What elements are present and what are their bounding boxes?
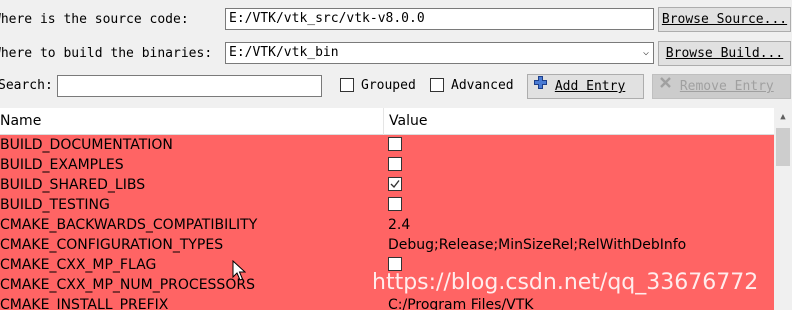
column-divider[interactable] — [383, 108, 384, 135]
entry-name: BUILD_DOCUMENTATION — [0, 137, 173, 153]
entry-name: CMAKE_CONFIGURATION_TYPES — [0, 237, 224, 253]
entry-value-checkbox[interactable] — [388, 135, 402, 155]
entry-name: CMAKE_CXX_MP_NUM_PROCESSORS — [0, 277, 255, 293]
build-binaries-value: E:/VTK/vtk_bin — [229, 45, 339, 60]
entry-name: BUILD_SHARED_LIBS — [0, 177, 146, 193]
scroll-up-icon[interactable]: ▲ — [774, 108, 792, 126]
search-input[interactable] — [57, 75, 322, 97]
checkmark-icon — [390, 180, 400, 189]
entry-name: CMAKE_INSTALL_PREFIX — [0, 297, 169, 310]
table-row[interactable]: CMAKE_CONFIGURATION_TYPES Debug;Release;M… — [0, 235, 774, 255]
table-row[interactable]: CMAKE_BACKWARDS_COMPATIBILITY 2.4 — [0, 215, 774, 235]
table-header: Name Value — [0, 108, 774, 135]
browse-build-button[interactable]: Browse Build... — [658, 41, 791, 66]
plus-icon — [534, 74, 547, 97]
table-row[interactable]: CMAKE_INSTALL_PREFIX C:/Program Files/VTK — [0, 295, 774, 310]
source-code-field[interactable]: E:/VTK/vtk_src/vtk-v8.0.0 — [225, 8, 654, 30]
table-row[interactable]: BUILD_EXAMPLES — [0, 155, 774, 175]
add-entry-button[interactable]: Add Entry — [527, 74, 644, 99]
entry-name: CMAKE_CXX_MP_FLAG — [0, 257, 157, 273]
chevron-down-icon[interactable]: ⌵ — [643, 43, 649, 63]
table-row[interactable]: BUILD_DOCUMENTATION — [0, 135, 774, 155]
remove-icon — [659, 74, 672, 97]
remove-entry-button[interactable]: Remove Entry — [652, 74, 791, 99]
mouse-cursor-icon — [232, 259, 247, 286]
browse-source-label: Browse Source... — [661, 12, 788, 27]
table-row[interactable]: BUILD_TESTING — [0, 195, 774, 215]
entry-name: BUILD_EXAMPLES — [0, 157, 124, 173]
grouped-label: Grouped — [361, 78, 416, 93]
scrollbar-thumb[interactable] — [776, 128, 790, 166]
table-row[interactable]: BUILD_SHARED_LIBS — [0, 175, 774, 195]
browse-source-button[interactable]: Browse Source... — [658, 7, 791, 32]
build-binaries-label: Where to build the binaries: — [0, 46, 213, 61]
entry-name: BUILD_TESTING — [0, 197, 110, 213]
search-label: Search: — [0, 78, 53, 93]
entry-value-checkbox[interactable] — [388, 195, 402, 215]
entry-value-text[interactable]: C:/Program Files/VTK — [388, 295, 533, 310]
entry-value-text[interactable]: 2.4 — [388, 215, 410, 235]
source-code-label: Where is the source code: — [0, 12, 189, 27]
column-header-name[interactable]: Name — [0, 108, 41, 135]
remove-entry-label: Remove Entry — [679, 79, 774, 94]
entry-value-text[interactable]: Debug;Release;MinSizeRel;RelWithDebInfo — [388, 235, 686, 255]
build-binaries-combobox[interactable]: E:/VTK/vtk_bin ⌵ — [225, 42, 654, 64]
advanced-label: Advanced — [451, 78, 514, 93]
grouped-checkbox[interactable] — [340, 78, 354, 96]
advanced-checkbox[interactable] — [430, 78, 444, 96]
add-entry-label: Add Entry — [554, 79, 626, 94]
column-header-value[interactable]: Value — [389, 108, 427, 135]
watermark-text: https://blog.csdn.net/qq_33676772 — [372, 270, 759, 295]
browse-build-label: Browse Build... — [665, 46, 784, 61]
entry-value-checkbox[interactable] — [388, 155, 402, 175]
entry-value-checkbox[interactable] — [388, 175, 402, 195]
vertical-scrollbar[interactable]: ▲ — [774, 108, 792, 310]
entry-name: CMAKE_BACKWARDS_COMPATIBILITY — [0, 217, 258, 233]
